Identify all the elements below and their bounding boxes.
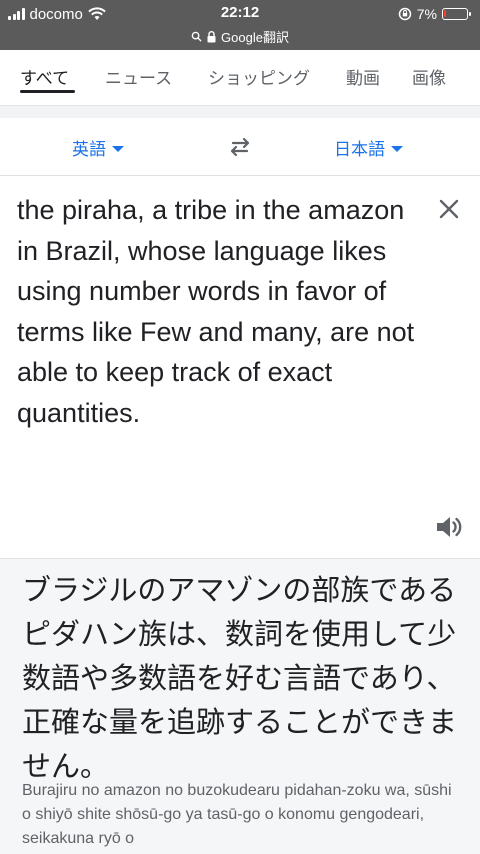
translation-panel: ブラジルのアマゾンの部族であるピダハン族は、数詞を使用して少数語や多数語を好む言…: [0, 558, 480, 854]
battery-level: [444, 10, 446, 17]
source-language-select[interactable]: 英語: [72, 135, 124, 160]
battery-percent: 7%: [416, 6, 437, 22]
tab-videos[interactable]: 動画: [346, 64, 380, 89]
orientation-lock-icon: [398, 7, 412, 21]
lock-icon: [207, 30, 216, 42]
battery-group: 7%: [398, 5, 471, 23]
close-icon[interactable]: [436, 196, 462, 222]
url-text: Google翻訳: [221, 30, 289, 45]
source-text-input[interactable]: the piraha, a tribe in the amazon in Bra…: [17, 190, 417, 433]
active-tab-indicator: [20, 90, 75, 93]
caret-down-icon: [112, 145, 124, 152]
target-language-label: 日本語: [334, 140, 385, 159]
language-bar: 英語 日本語: [0, 118, 480, 176]
search-tabs: すべて ニュース ショッピング 動画 画像: [0, 50, 480, 106]
translation-text: ブラジルのアマゾンの部族であるピダハン族は、数詞を使用して少数語や多数語を好む言…: [22, 575, 458, 783]
tab-shopping[interactable]: ショッピング: [208, 64, 310, 89]
url-bar[interactable]: Google翻訳: [0, 27, 480, 46]
source-language-label: 英語: [72, 140, 106, 159]
source-panel: the piraha, a tribe in the amazon in Bra…: [0, 176, 480, 558]
status-bar: docomo 22:12 7% Google翻訳: [0, 0, 480, 50]
tab-images[interactable]: 画像: [412, 64, 446, 89]
tab-all[interactable]: すべて: [20, 64, 69, 89]
section-divider: [0, 106, 480, 118]
target-language-select[interactable]: 日本語: [334, 135, 403, 160]
romanization-text: Burajiru no amazon no buzokudearu pidaha…: [22, 782, 452, 847]
tab-news[interactable]: ニュース: [105, 64, 172, 89]
search-icon: [191, 31, 202, 42]
speaker-icon[interactable]: [434, 512, 464, 542]
caret-down-icon: [391, 145, 403, 152]
swap-icon[interactable]: [227, 134, 253, 160]
battery-icon: [442, 8, 471, 20]
